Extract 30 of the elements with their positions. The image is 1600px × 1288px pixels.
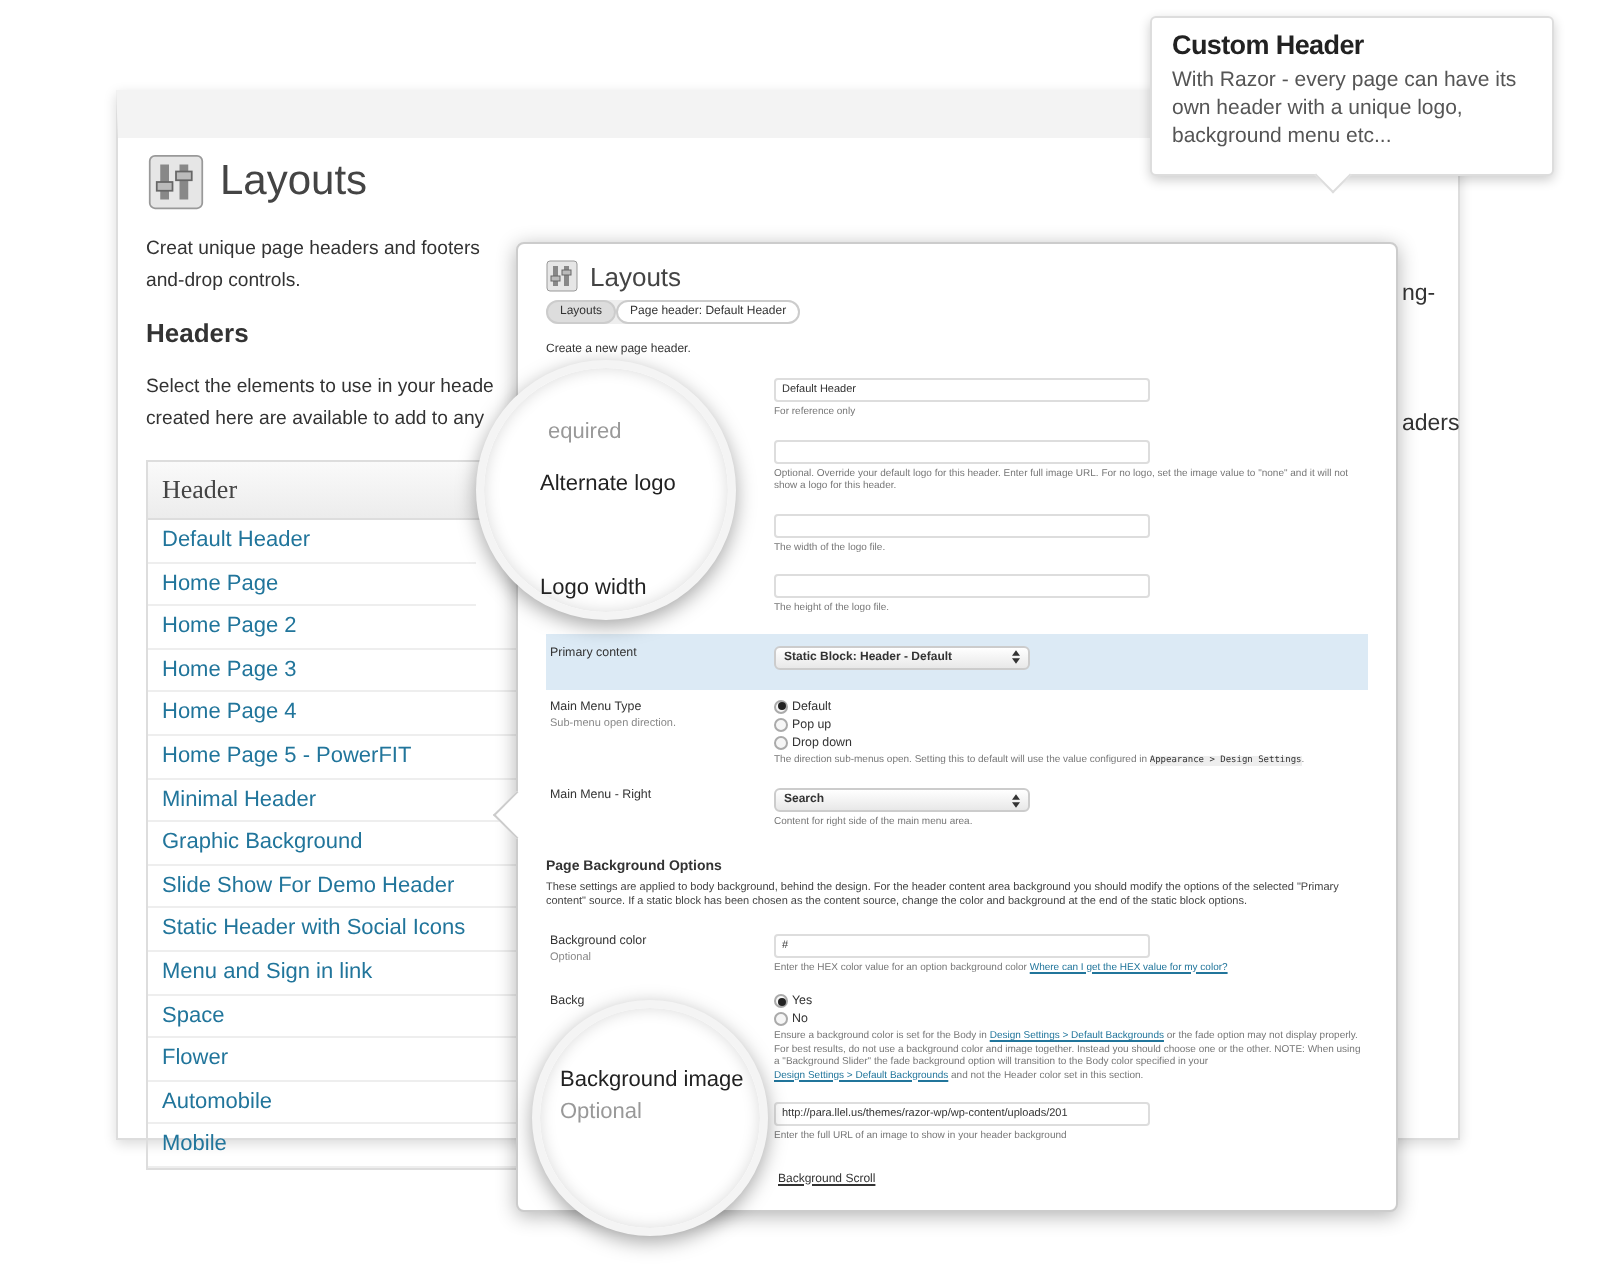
table-link[interactable]: Home Page: [148, 563, 476, 607]
magnified-label: equired: [548, 420, 624, 444]
callout-text: With Razor - every page can have its own header with a unique logo, background menu etc...: [1172, 66, 1519, 150]
text-field[interactable]: [774, 574, 1150, 598]
section-text: Select the elements to use in your heade: [146, 374, 496, 402]
magnified-label: Alternate logo: [540, 472, 678, 496]
callout-title: Custom Header: [1172, 30, 1366, 60]
table-link[interactable]: Default Header: [148, 520, 476, 564]
text-field[interactable]: [774, 513, 1150, 537]
window-title: Layouts: [590, 261, 682, 291]
section-text: aders: [1402, 412, 1460, 436]
magnified-label: Logo width: [540, 576, 649, 600]
page-title: Layouts: [220, 158, 368, 206]
section-text: created here are available to add to any: [146, 406, 487, 434]
layout-icon: [148, 154, 204, 210]
section-heading: Headers: [146, 318, 251, 348]
radio-button[interactable]: [774, 699, 788, 713]
magnified-hint: Optional: [560, 1100, 644, 1124]
updown-icon: [1012, 650, 1020, 664]
radio-button[interactable]: [774, 717, 788, 731]
intro-text: ng-: [1402, 282, 1436, 306]
text-field[interactable]: [774, 439, 1150, 463]
layout-icon: [546, 260, 578, 292]
intro-text: Creat unique page headers and footers: [146, 236, 482, 264]
radio-button[interactable]: [774, 1012, 788, 1026]
intro-text: and-drop controls.: [146, 268, 303, 296]
radio-button[interactable]: [774, 735, 788, 749]
updown-icon: [1012, 793, 1020, 807]
magnified-label: Background image: [560, 1068, 746, 1092]
radio-button[interactable]: [774, 994, 788, 1008]
